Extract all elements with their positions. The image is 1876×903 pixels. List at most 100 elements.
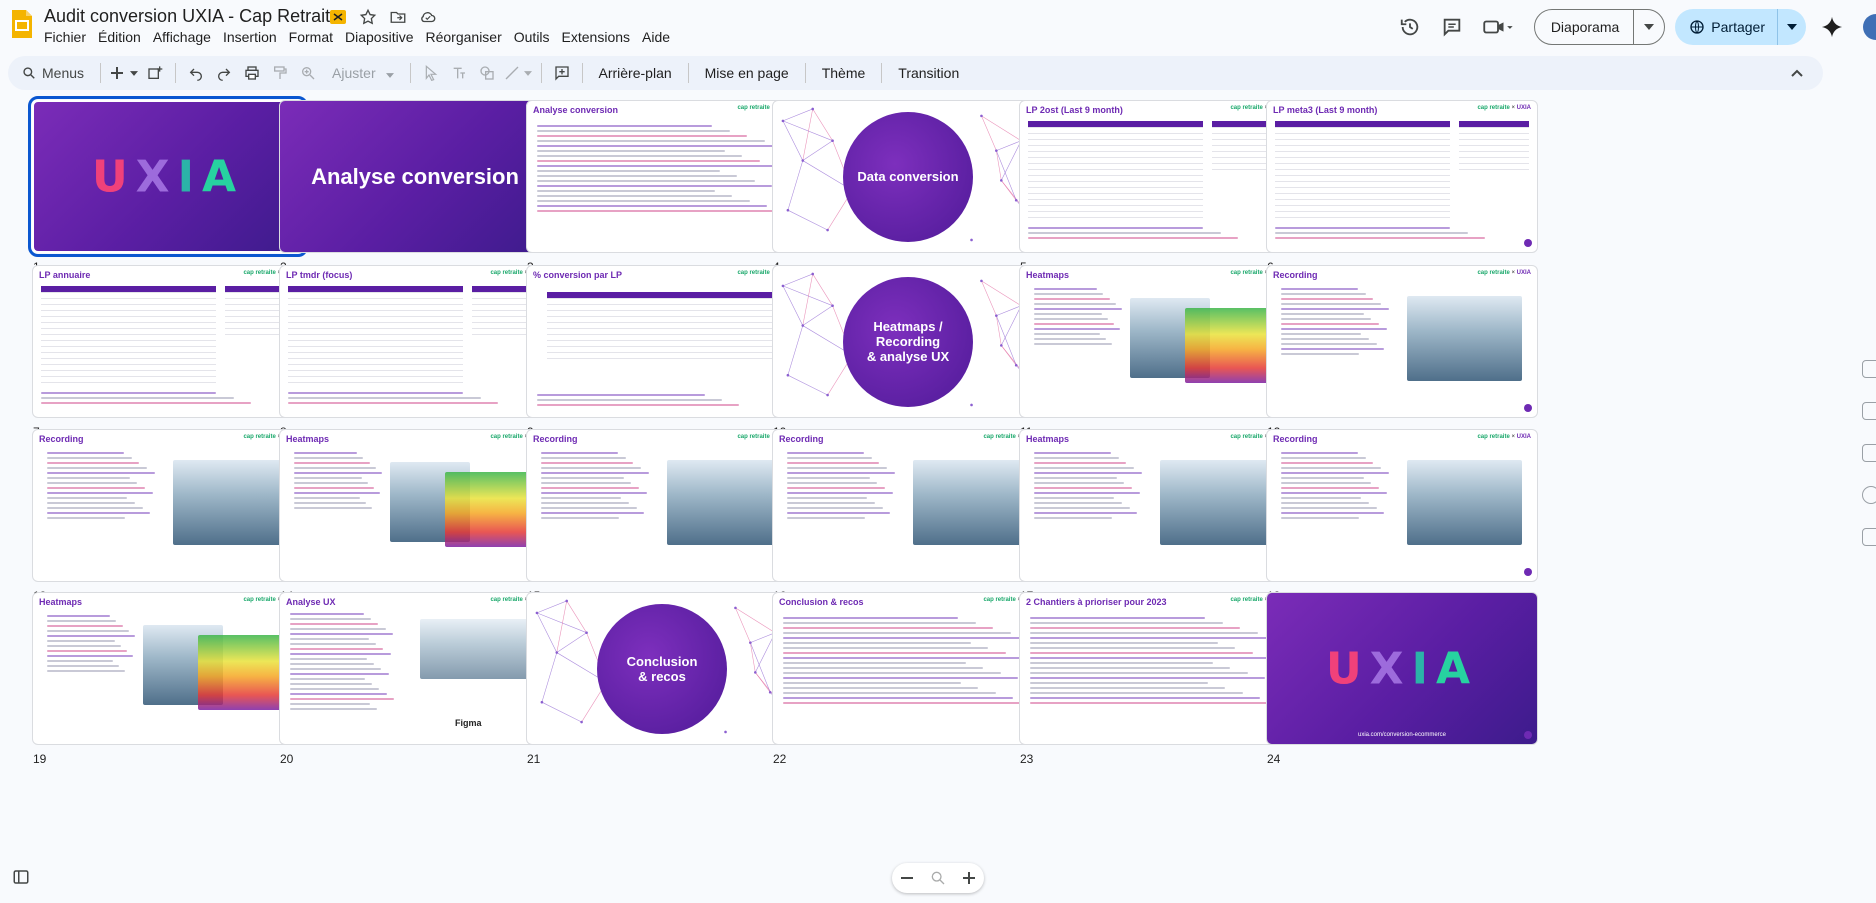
- share-options-chevron-icon[interactable]: [1778, 9, 1806, 45]
- zoom-out-icon[interactable]: [895, 866, 919, 890]
- recording-screenshot: [1407, 296, 1522, 381]
- menu-slide[interactable]: Diapositive: [339, 28, 419, 46]
- text-lines: [1281, 288, 1391, 358]
- history-icon[interactable]: [1392, 9, 1428, 45]
- slide-thumbnail[interactable]: LP annuairecap retraite × UXIA: [32, 265, 304, 418]
- text-lines: [1028, 227, 1278, 242]
- recording-screenshot: [667, 460, 782, 545]
- meet-camera-icon[interactable]: [1476, 9, 1520, 45]
- text-lines: [1281, 452, 1391, 522]
- shape-icon[interactable]: [473, 59, 501, 87]
- slide-thumbnail[interactable]: LP tmdr (focus)cap retraite × UXIA: [279, 265, 551, 418]
- undo-icon[interactable]: [182, 59, 210, 87]
- filmstrip-toggle-icon[interactable]: [12, 868, 30, 886]
- toolbar: Menus Ajuster Arrière-plan Mise en page …: [8, 56, 1823, 90]
- figma-logo: Figma: [455, 718, 482, 728]
- transition-button[interactable]: Transition: [888, 65, 969, 81]
- theme-button[interactable]: Thème: [812, 65, 876, 81]
- slide-title: Heatmaps / Recording & analyse UX: [843, 276, 973, 407]
- slide-thumbnail[interactable]: Recordingcap retraite × UXIA: [1266, 429, 1538, 582]
- text-lines: [41, 392, 291, 407]
- menu-file[interactable]: Fichier: [38, 28, 92, 46]
- slide-thumbnail[interactable]: Analyse conversion: [279, 100, 551, 253]
- slide-badge-icon: [1524, 568, 1532, 576]
- gemini-icon[interactable]: [1814, 9, 1850, 45]
- slide-thumbnail[interactable]: % conversion par LPcap retraite × UXIA: [526, 265, 798, 418]
- header-actions: Diaporama Partager: [1386, 8, 1876, 46]
- menu-arrange[interactable]: Réorganiser: [419, 28, 507, 46]
- print-icon[interactable]: [238, 59, 266, 87]
- keep-icon[interactable]: [1862, 402, 1876, 420]
- slide-thumbnail[interactable]: Heatmapscap retraite × UXIA: [279, 429, 551, 582]
- slide-thumbnail[interactable]: Analyse UXcap retraite × UXIAFigma: [279, 592, 551, 745]
- menu-tools[interactable]: Outils: [508, 28, 556, 46]
- slide-thumbnail[interactable]: LP 2ost (Last 9 month)cap retraite × UXI…: [1019, 100, 1291, 253]
- slideshow-options-chevron-icon[interactable]: [1634, 10, 1664, 44]
- slideshow-control: Diaporama: [1533, 9, 1666, 45]
- account-avatar[interactable]: [1852, 9, 1876, 45]
- zoom-magnifier-icon[interactable]: [926, 866, 950, 890]
- menu-help[interactable]: Aide: [636, 28, 676, 46]
- menu-edit[interactable]: Édition: [92, 28, 147, 46]
- share-label: Partager: [1711, 19, 1765, 35]
- document-title[interactable]: Audit conversion UXIA - Cap Retraite: [44, 6, 340, 27]
- menu-format[interactable]: Format: [283, 28, 339, 46]
- line-icon[interactable]: [501, 59, 535, 87]
- slide-thumbnail[interactable]: Heatmaps / Recording & analyse UXUXIA: [772, 265, 1044, 418]
- maps-icon[interactable]: [1862, 528, 1876, 546]
- contacts-icon[interactable]: [1862, 486, 1876, 504]
- background-button[interactable]: Arrière-plan: [589, 65, 682, 81]
- ux-analysis-image: [420, 619, 540, 679]
- slide-thumbnail[interactable]: Conclusion & recosUXIA: [526, 592, 798, 745]
- layout-button[interactable]: Mise en page: [695, 65, 799, 81]
- text-lines: [47, 615, 137, 675]
- comments-icon[interactable]: [1434, 9, 1470, 45]
- add-comment-icon[interactable]: [548, 59, 576, 87]
- toolbar-divider: [687, 63, 689, 83]
- select-cursor-icon[interactable]: [417, 59, 445, 87]
- slide-title: Recording: [39, 434, 84, 444]
- new-slide-button[interactable]: [107, 59, 141, 87]
- menu-insert[interactable]: Insertion: [217, 28, 283, 46]
- slide-thumbnail[interactable]: Data conversionUXIA: [772, 100, 1044, 253]
- slides-logo-icon[interactable]: [10, 8, 34, 40]
- slide-title: Heatmaps: [1026, 434, 1070, 444]
- star-icon[interactable]: [358, 7, 378, 27]
- cloud-saved-icon[interactable]: [418, 7, 438, 27]
- slide-thumbnail[interactable]: UXIA: [28, 96, 308, 257]
- slide-thumbnail[interactable]: 2 Chantiers à prioriser pour 2023 cap ret…: [1019, 592, 1291, 745]
- insert-slide-icon[interactable]: [141, 59, 169, 87]
- menu-view[interactable]: Affichage: [147, 28, 217, 46]
- zoom-icon[interactable]: [294, 59, 322, 87]
- slide-title: Analyse UX: [286, 597, 336, 607]
- slide-thumbnail[interactable]: Recordingcap retraite × UXIA: [1266, 265, 1538, 418]
- fit-dropdown[interactable]: Ajuster: [322, 65, 403, 81]
- slide-thumbnail[interactable]: Conclusion & recoscap retraite × UXIA: [772, 592, 1044, 745]
- calendar-icon[interactable]: [1862, 360, 1876, 378]
- text-lines: [537, 394, 777, 409]
- paint-format-icon[interactable]: [266, 59, 294, 87]
- tasks-icon[interactable]: [1862, 444, 1876, 462]
- slide-thumbnail[interactable]: Heatmapscap retraite × UXIA: [32, 592, 304, 745]
- slide-thumbnail[interactable]: Analyse conversioncap retraite × UXIA: [526, 100, 798, 253]
- toolbar-divider: [804, 63, 806, 83]
- slide-thumbnail[interactable]: Recordingcap retraite × UXIA: [772, 429, 1044, 582]
- text-lines: [294, 452, 384, 512]
- share-button[interactable]: Partager: [1675, 9, 1778, 45]
- zoom-in-icon[interactable]: [957, 866, 981, 890]
- slide-thumbnail[interactable]: UXIA uxia.com/conversion-ecommerce: [1266, 592, 1538, 745]
- search-menus[interactable]: Menus: [14, 60, 94, 86]
- slide-thumbnail[interactable]: LP meta3 (Last 9 month) cap retraite × UX…: [1266, 100, 1538, 253]
- slide-thumbnail[interactable]: Recordingcap retraite × UXIA: [526, 429, 798, 582]
- redo-icon[interactable]: [210, 59, 238, 87]
- slide-thumbnail[interactable]: Recordingcap retraite × UXIA: [32, 429, 304, 582]
- slides-add-on-icon[interactable]: [328, 7, 348, 27]
- menu-extensions[interactable]: Extensions: [556, 28, 636, 46]
- move-to-folder-icon[interactable]: [388, 7, 408, 27]
- toolbar-divider: [175, 63, 177, 83]
- slide-thumbnail[interactable]: Heatmapscap retraite × UXIA: [1019, 265, 1291, 418]
- slideshow-button[interactable]: Diaporama: [1535, 10, 1635, 44]
- collapse-toolbar-icon[interactable]: [1783, 59, 1811, 87]
- slide-thumbnail[interactable]: Heatmapscap retraite × UXIA: [1019, 429, 1291, 582]
- text-box-icon[interactable]: [445, 59, 473, 87]
